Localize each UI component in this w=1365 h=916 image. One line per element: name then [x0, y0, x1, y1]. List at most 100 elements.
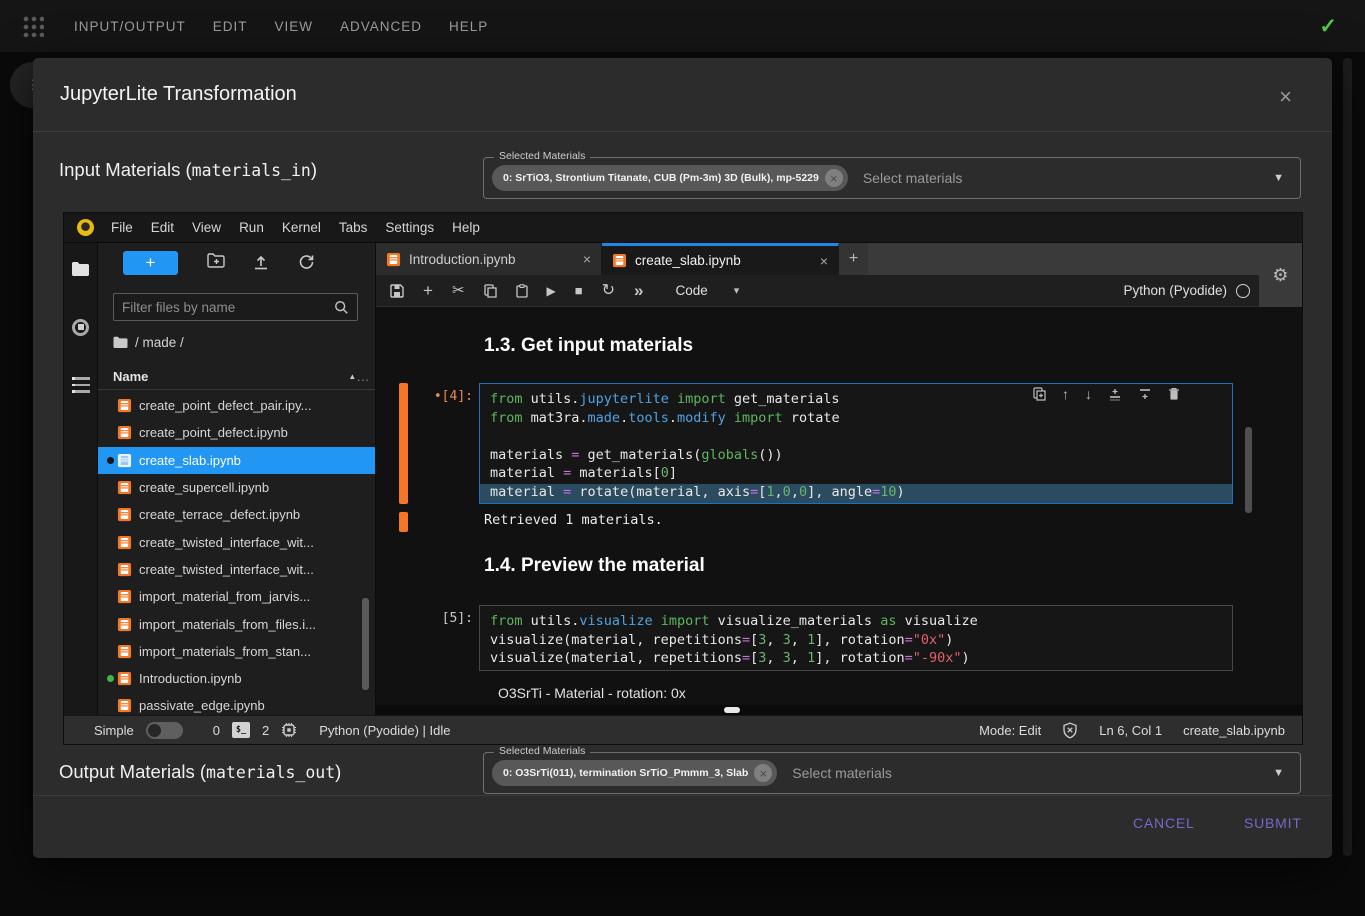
- file-row-import-material-from-jarvis[interactable]: import_material_from_jarvis...: [98, 583, 375, 610]
- kernel-indicator[interactable]: Python (Pyodide): [1123, 283, 1250, 298]
- restart-kernel-icon[interactable]: ↻: [602, 283, 615, 299]
- app-menu-item-help[interactable]: HELP: [449, 19, 488, 34]
- upload-icon[interactable]: [253, 253, 273, 273]
- chip-remove-icon[interactable]: ×: [825, 169, 843, 187]
- running-kernels-icon[interactable]: [71, 317, 91, 337]
- file-row-create-slab-ipynb[interactable]: create_slab.ipynb: [98, 447, 375, 474]
- tab-close-icon[interactable]: ×: [820, 253, 828, 269]
- horizontal-scrollbar-thumb[interactable]: [724, 707, 740, 713]
- cell-type-select[interactable]: Code ▾: [675, 283, 739, 298]
- refresh-icon[interactable]: [298, 253, 318, 273]
- file-row-create-twisted-interface-wit[interactable]: create_twisted_interface_wit...: [98, 556, 375, 583]
- file-name: create_point_defect.ipynb: [139, 425, 288, 440]
- duplicate-cell-icon[interactable]: [1033, 387, 1046, 401]
- page-scrollbar[interactable]: [1343, 58, 1352, 856]
- dropdown-arrow-icon[interactable]: ▼: [1273, 767, 1284, 779]
- file-row-introduction-ipynb[interactable]: Introduction.ipynb: [98, 665, 375, 692]
- copy-cells-icon[interactable]: [484, 284, 497, 298]
- breadcrumb[interactable]: / made /: [113, 335, 184, 350]
- jlab-menu-item-run[interactable]: Run: [230, 220, 273, 235]
- paste-cells-icon[interactable]: [516, 284, 528, 298]
- jlab-menu-item-file[interactable]: File: [102, 220, 142, 235]
- cell-prompt: [5]:: [376, 611, 473, 626]
- material-chip: 0: SrTiO3, Strontium Titanate, CUB (Pm-3…: [492, 165, 848, 191]
- active-filename[interactable]: create_slab.ipynb: [1183, 723, 1285, 738]
- app-menu-item-view[interactable]: VIEW: [275, 19, 314, 34]
- file-row-create-twisted-interface-wit[interactable]: create_twisted_interface_wit...: [98, 528, 375, 555]
- app-menu-item-input-output[interactable]: INPUT/OUTPUT: [74, 19, 186, 34]
- app-menu-item-edit[interactable]: EDIT: [213, 19, 248, 34]
- name-column-header[interactable]: Name: [113, 369, 148, 384]
- file-row-create-point-defect-ipynb[interactable]: create_point_defect.ipynb: [98, 419, 375, 446]
- notebook-file-icon: [117, 617, 132, 632]
- tab-close-icon[interactable]: ×: [583, 251, 591, 267]
- trust-shield-icon[interactable]: [1062, 722, 1078, 739]
- notebook-file-icon: [386, 252, 401, 267]
- output-materials-select[interactable]: Selected Materials 0: O3SrTi(011), termi…: [483, 752, 1301, 794]
- new-folder-icon[interactable]: [207, 253, 227, 273]
- jlab-menu-item-view[interactable]: View: [183, 220, 230, 235]
- submit-button[interactable]: SUBMIT: [1244, 815, 1302, 831]
- file-row-create-point-defect-pair-ipy[interactable]: create_point_defect_pair.ipy...: [98, 392, 375, 419]
- dropdown-arrow-icon[interactable]: ▼: [1273, 172, 1284, 184]
- cell-collapser[interactable]: [399, 383, 408, 504]
- kernel-status-text[interactable]: Python (Pyodide) | Idle: [319, 723, 450, 738]
- file-row-create-supercell-ipynb[interactable]: create_supercell.ipynb: [98, 474, 375, 501]
- sort-caret-icon: ▲: [348, 372, 356, 381]
- input-materials-select[interactable]: Selected Materials 0: SrTiO3, Strontium …: [483, 157, 1301, 199]
- insert-cell-below-icon[interactable]: [1138, 387, 1152, 401]
- more-columns-icon[interactable]: …: [356, 369, 370, 384]
- file-name: create_supercell.ipynb: [139, 480, 269, 495]
- notebook-scrollbar[interactable]: [1245, 427, 1252, 513]
- restart-run-all-icon[interactable]: »: [634, 282, 643, 299]
- move-cell-up-icon[interactable]: ↑: [1062, 387, 1069, 401]
- code-line: [490, 428, 1222, 447]
- file-list-header[interactable]: Name ▲ …: [98, 363, 375, 390]
- jlab-menu-item-kernel[interactable]: Kernel: [273, 220, 330, 235]
- file-row-passivate-edge-ipynb[interactable]: passivate_edge.ipynb: [98, 692, 375, 715]
- run-cell-icon[interactable]: ▶: [547, 285, 556, 297]
- insert-cell-above-icon[interactable]: [1108, 387, 1122, 401]
- settings-gear-icon[interactable]: ⚙: [1272, 265, 1288, 286]
- jlab-menu-item-edit[interactable]: Edit: [142, 220, 183, 235]
- file-row-import-materials-from-stan[interactable]: import_materials_from_stan...: [98, 638, 375, 665]
- jlab-menu-item-help[interactable]: Help: [443, 220, 489, 235]
- code-cell-4[interactable]: from utils.jupyterlite import get_materi…: [479, 383, 1233, 504]
- tab-introduction-ipynb[interactable]: Introduction.ipynb ×: [376, 243, 602, 275]
- material-chip-label: 0: O3SrTi(011), termination SrTiO_Pmmm_3…: [503, 767, 748, 779]
- notebook-file-icon: [612, 253, 627, 268]
- file-list-scrollbar[interactable]: [362, 598, 369, 690]
- app-menu-item-advanced[interactable]: ADVANCED: [340, 19, 422, 34]
- new-tab-button[interactable]: +: [839, 243, 868, 275]
- section-heading: 1.3. Get input materials: [484, 335, 693, 357]
- notebook-file-icon: [117, 671, 132, 686]
- output-collapser[interactable]: [399, 512, 408, 532]
- cursor-position[interactable]: Ln 6, Col 1: [1099, 723, 1162, 738]
- jlab-menu-item-tabs[interactable]: Tabs: [330, 220, 377, 235]
- notebook-area: Introduction.ipynb×create_slab.ipynb×+ ⚙…: [376, 243, 1302, 715]
- move-cell-down-icon[interactable]: ↓: [1085, 387, 1092, 401]
- chip-remove-icon[interactable]: ×: [754, 764, 772, 782]
- tab-create-slab-ipynb[interactable]: create_slab.ipynb×: [602, 243, 839, 275]
- simple-mode-toggle[interactable]: [146, 722, 183, 739]
- tab-label: Introduction.ipynb: [409, 252, 516, 267]
- mode-indicator[interactable]: Mode: Edit: [979, 723, 1041, 738]
- cut-cells-icon[interactable]: ✂: [452, 283, 465, 298]
- file-browser-icon[interactable]: [71, 259, 91, 279]
- insert-cell-icon[interactable]: +: [423, 282, 433, 299]
- dialog-close-icon[interactable]: ×: [1279, 86, 1292, 108]
- jlab-menu-item-settings[interactable]: Settings: [376, 220, 443, 235]
- cancel-button[interactable]: CANCEL: [1133, 815, 1195, 831]
- new-launcher-button[interactable]: +: [123, 251, 178, 275]
- input-materials-label: Input Materials (materials_in): [59, 159, 317, 181]
- filter-files-input[interactable]: Filter files by name: [113, 293, 358, 321]
- delete-cell-icon[interactable]: [1168, 387, 1180, 401]
- save-icon[interactable]: [390, 284, 404, 298]
- file-row-import-materials-from-files-i[interactable]: import_materials_from_files.i...: [98, 610, 375, 637]
- stop-kernel-icon[interactable]: ■: [575, 284, 583, 297]
- table-of-contents-icon[interactable]: [71, 375, 91, 395]
- activity-bar: [64, 243, 98, 715]
- code-cell-5[interactable]: from utils.visualize import visualize_ma…: [479, 605, 1233, 671]
- file-row-create-terrace-defect-ipynb[interactable]: create_terrace_defect.ipynb: [98, 501, 375, 528]
- notebook-file-icon: [117, 698, 132, 713]
